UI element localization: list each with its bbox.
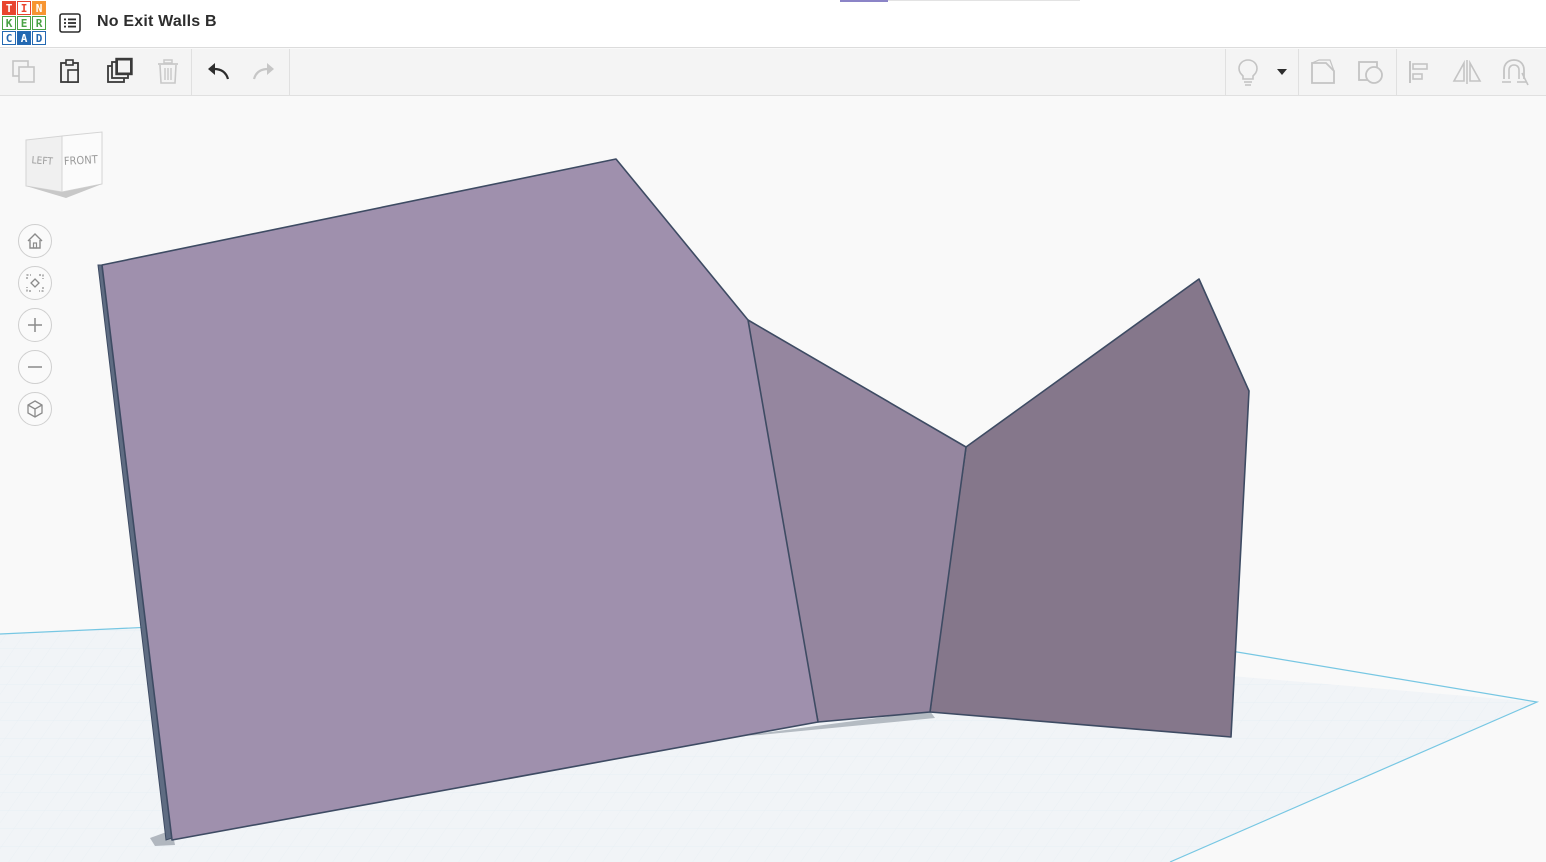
- list-icon: [59, 13, 81, 33]
- logo-letter: R: [32, 16, 46, 30]
- copy-button[interactable]: [2, 49, 46, 95]
- paste-icon: [60, 59, 79, 83]
- duplicate-button[interactable]: [97, 49, 141, 95]
- logo-letter: A: [17, 31, 31, 45]
- fit-view-button[interactable]: [18, 266, 52, 300]
- toolbar-divider: [1396, 49, 1397, 95]
- ungroup-button[interactable]: [1349, 49, 1393, 95]
- front-wall-shape[interactable]: [101, 158, 819, 841]
- home-view-button[interactable]: [18, 224, 52, 258]
- logo-letter: D: [32, 31, 46, 45]
- mirror-button[interactable]: [1445, 49, 1489, 95]
- logo-letter: N: [32, 1, 46, 15]
- copy-icon: [12, 60, 35, 83]
- delete-icon: [158, 59, 178, 84]
- top-bar: T I N K E R C A D No Exit Walls B: [0, 0, 1546, 48]
- toolbar-divider: [1298, 49, 1299, 95]
- group-button[interactable]: [1301, 49, 1345, 95]
- 3d-workplane-viewport[interactable]: LEFT FRONT: [0, 96, 1546, 862]
- redo-icon: [252, 63, 274, 80]
- ortho-perspective-button[interactable]: [18, 392, 52, 426]
- view-cube[interactable]: LEFT FRONT: [22, 128, 106, 206]
- zoom-out-icon: [28, 366, 42, 368]
- tab-indicator: [840, 0, 888, 2]
- right-wall-shape[interactable]: [929, 278, 1250, 738]
- group-icon: [1311, 59, 1335, 84]
- home-view-icon: [27, 233, 43, 249]
- paste-button[interactable]: [48, 49, 92, 95]
- ortho-perspective-icon: [27, 400, 43, 418]
- toolbar-divider: [289, 49, 290, 95]
- duplicate-icon: [107, 57, 133, 83]
- zoom-in-icon: [28, 318, 42, 332]
- delete-button[interactable]: [146, 49, 190, 95]
- undo-button[interactable]: [196, 49, 240, 95]
- divider: [888, 0, 1080, 1]
- logo-letter: K: [2, 16, 16, 30]
- view-cube-left-label[interactable]: LEFT: [31, 155, 53, 167]
- cruise-button[interactable]: [1492, 49, 1536, 95]
- logo-letter: E: [17, 16, 31, 30]
- align-icon: [1409, 61, 1428, 83]
- redo-button[interactable]: [242, 49, 286, 95]
- ungroup-icon: [1358, 61, 1383, 84]
- view-cube-front-label[interactable]: FRONT: [64, 153, 99, 168]
- dropdown-caret-icon: [1277, 69, 1287, 75]
- logo-letter: C: [2, 31, 16, 45]
- design-menu-button[interactable]: [57, 10, 83, 36]
- notes-dropdown[interactable]: [1266, 49, 1298, 95]
- fit-view-icon: [26, 274, 44, 292]
- lightbulb-icon: [1238, 59, 1258, 86]
- tinkercad-logo[interactable]: T I N K E R C A D: [2, 1, 46, 45]
- logo-letter: I: [17, 1, 31, 15]
- toolbar-divider: [191, 49, 192, 95]
- edit-toolbar: [0, 49, 1546, 96]
- zoom-in-button[interactable]: [18, 308, 52, 342]
- align-button[interactable]: [1398, 49, 1442, 95]
- document-title[interactable]: No Exit Walls B: [97, 13, 217, 31]
- magnet-icon: [1502, 59, 1529, 86]
- notes-button[interactable]: [1226, 49, 1270, 95]
- workplane-scene[interactable]: [0, 96, 1546, 862]
- undo-icon: [208, 63, 230, 80]
- mirror-icon: [1452, 59, 1482, 84]
- logo-letter: T: [2, 1, 16, 15]
- zoom-out-button[interactable]: [18, 350, 52, 384]
